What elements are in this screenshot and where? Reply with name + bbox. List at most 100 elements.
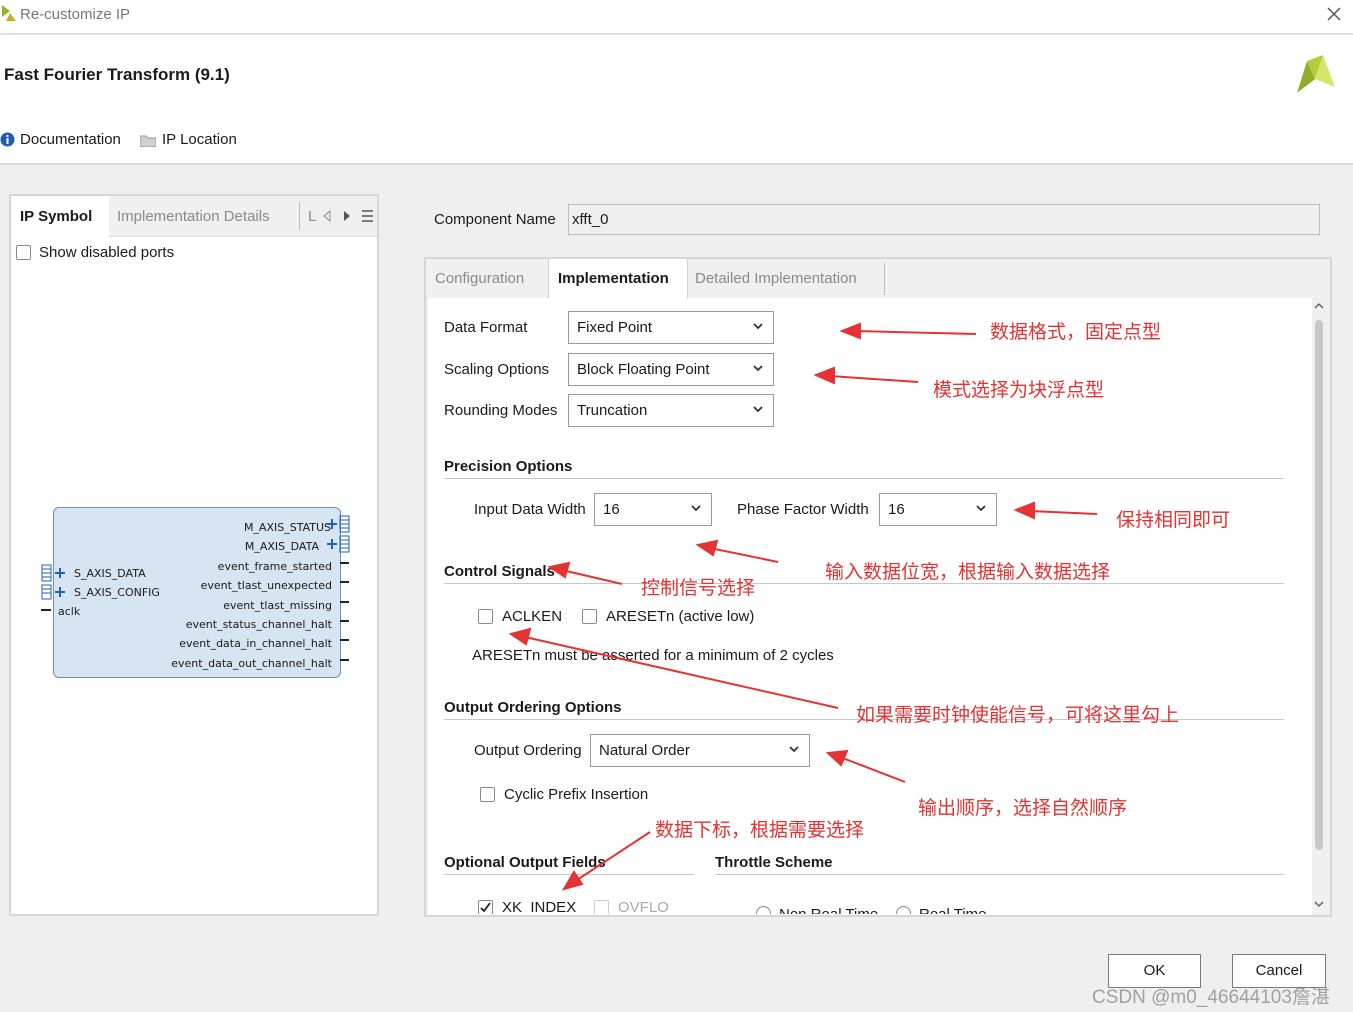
input-width-label: Input Data Width [474, 501, 586, 518]
port-m-axis-status-wrap: M_AXIS_STATUS [161, 518, 331, 535]
port-m-axis-data: M_AXIS_DATA [244, 540, 319, 553]
ip-symbol-panel: IP Symbol Implementation Details L Show … [9, 194, 379, 916]
tab-scroll-right-icon[interactable] [343, 210, 351, 222]
precision-divider [444, 478, 1284, 479]
annotation-scaling: 模式选择为块浮点型 [933, 379, 1105, 401]
tab-menu-icon[interactable] [362, 210, 373, 222]
real-time-radio[interactable] [896, 906, 911, 914]
aresetn-checkbox[interactable] [582, 609, 597, 624]
documentation-label: Documentation [20, 131, 121, 148]
tab-scroll-left-icon[interactable] [323, 210, 331, 222]
scaling-label: Scaling Options [444, 361, 550, 378]
app-logo-icon [2, 5, 16, 21]
port-event-data-in-channel-halt: event_data_in_channel_halt [179, 637, 332, 650]
cyclic-prefix-checkbox[interactable] [480, 787, 495, 802]
chevron-down-icon [976, 505, 986, 512]
port-event-data-out-channel-halt: event_data_out_channel_halt [171, 657, 332, 670]
port-r7-wrap: event_data_out_channel_halt [111, 654, 332, 671]
annotation-clock-enable: 如果需要时钟使能信号，可将这里勾上 [856, 704, 1180, 726]
annotation-control-signals: 控制信号选择 [641, 577, 756, 599]
output-ordering-title: Output Ordering Options [444, 699, 622, 716]
tab-detailed-implementation[interactable]: Detailed Implementation [695, 259, 857, 298]
left-tab-bar: IP Symbol Implementation Details L [11, 196, 377, 237]
non-real-time-radio[interactable] [756, 906, 771, 914]
real-time-label: Real Time [919, 906, 987, 914]
chevron-down-icon [753, 406, 763, 413]
tab-end-divider [884, 263, 885, 295]
component-name-input[interactable]: xfft_0 [568, 204, 1320, 235]
port-r2-wrap: event_frame_started [111, 557, 332, 574]
throttle-divider [715, 874, 1284, 875]
scroll-down-icon[interactable] [1314, 900, 1324, 908]
scaling-value: Block Floating Point [577, 361, 710, 378]
annotation-input-width: 输入数据位宽，根据输入数据选择 [825, 561, 1111, 583]
throttle-title: Throttle Scheme [715, 854, 833, 871]
port-m-axis-data-wrap: M_AXIS_DATA [161, 537, 319, 554]
clipped-row: XK_INDEX OVFLO Non Real Time Real Time [426, 896, 1310, 914]
ip-header: Fast Fourier Transform (9.1) Documentati… [0, 35, 1353, 165]
rounding-select[interactable]: Truncation [568, 394, 774, 427]
tab-implementation[interactable]: Implementation [548, 259, 688, 299]
tab-implementation-label: Implementation [558, 270, 669, 287]
scaling-select[interactable]: Block Floating Point [568, 353, 774, 386]
tab-ip-symbol[interactable]: IP Symbol [11, 196, 109, 237]
chevron-down-icon [753, 365, 763, 372]
aclken-checkbox[interactable] [478, 609, 493, 624]
data-format-select[interactable]: Fixed Point [568, 311, 774, 344]
phase-width-select[interactable]: 16 [879, 493, 997, 526]
aresetn-note: ARESETn must be asserted for a minimum o… [472, 647, 834, 664]
annotation-keep-same: 保持相同即可 [1116, 509, 1231, 531]
phase-width-label: Phase Factor Width [737, 501, 869, 518]
configuration-panel: Configuration Implementation Detailed Im… [424, 257, 1332, 917]
ip-location-label: IP Location [162, 131, 237, 148]
scroll-up-icon[interactable] [1314, 302, 1324, 310]
input-width-select[interactable]: 16 [594, 493, 712, 526]
data-format-value: Fixed Point [577, 319, 653, 336]
right-ports-pins-icon [327, 515, 350, 661]
port-event-frame-started: event_frame_started [217, 560, 332, 573]
phase-width-value: 16 [888, 501, 905, 518]
component-name-label: Component Name [434, 211, 556, 228]
aclken-label: ACLKEN [502, 608, 563, 625]
tab-configuration[interactable]: Configuration [435, 259, 524, 298]
port-r3-wrap: event_tlast_unexpected [111, 576, 332, 593]
close-icon[interactable] [1327, 7, 1341, 21]
component-name-value: xfft_0 [572, 211, 609, 228]
aresetn-label: ARESETn (active low) [606, 608, 755, 625]
checkmark-icon [480, 902, 491, 913]
xilinx-logo-icon [1297, 55, 1335, 93]
chevron-down-icon [789, 746, 799, 753]
tab-implementation-details[interactable]: Implementation Details [117, 208, 270, 225]
port-r6-wrap: event_data_in_channel_halt [111, 634, 332, 651]
folder-icon [140, 135, 156, 147]
control-signals-title: Control Signals [444, 563, 555, 580]
xk-index-checkbox[interactable] [478, 900, 493, 914]
window-title: Re-customize IP [20, 6, 131, 23]
implementation-content [428, 298, 1312, 915]
tab-divider [299, 202, 300, 230]
vertical-scrollbar[interactable] [1311, 300, 1327, 914]
show-disabled-label: Show disabled ports [39, 244, 175, 261]
port-r4-wrap: event_tlast_missing [111, 596, 332, 613]
xk-index-label: XK_INDEX [502, 899, 577, 914]
cyclic-prefix-label: Cyclic Prefix Insertion [504, 786, 649, 803]
non-real-time-label: Non Real Time [779, 906, 878, 914]
title-bar: Re-customize IP [0, 0, 1353, 35]
ovflo-checkbox[interactable] [594, 900, 609, 914]
port-aclk: aclk [58, 605, 81, 618]
annotation-data-format: 数据格式，固定点型 [990, 321, 1162, 343]
ip-title: Fast Fourier Transform (9.1) [4, 65, 230, 84]
chevron-down-icon [691, 505, 701, 512]
tab-ip-symbol-label: IP Symbol [20, 208, 93, 225]
output-ordering-value: Natural Order [599, 742, 690, 759]
input-width-value: 16 [603, 501, 620, 518]
chevron-down-icon [753, 323, 763, 330]
show-disabled-checkbox[interactable] [16, 245, 31, 260]
rounding-label: Rounding Modes [444, 402, 558, 419]
scroll-thumb[interactable] [1315, 320, 1323, 850]
port-event-status-channel-halt: event_status_channel_halt [185, 618, 332, 631]
annotation-output-order: 输出顺序，选择自然顺序 [918, 797, 1128, 819]
tab-l-truncated[interactable]: L [308, 208, 316, 225]
output-ordering-select[interactable]: Natural Order [590, 734, 810, 767]
precision-title: Precision Options [444, 458, 573, 475]
